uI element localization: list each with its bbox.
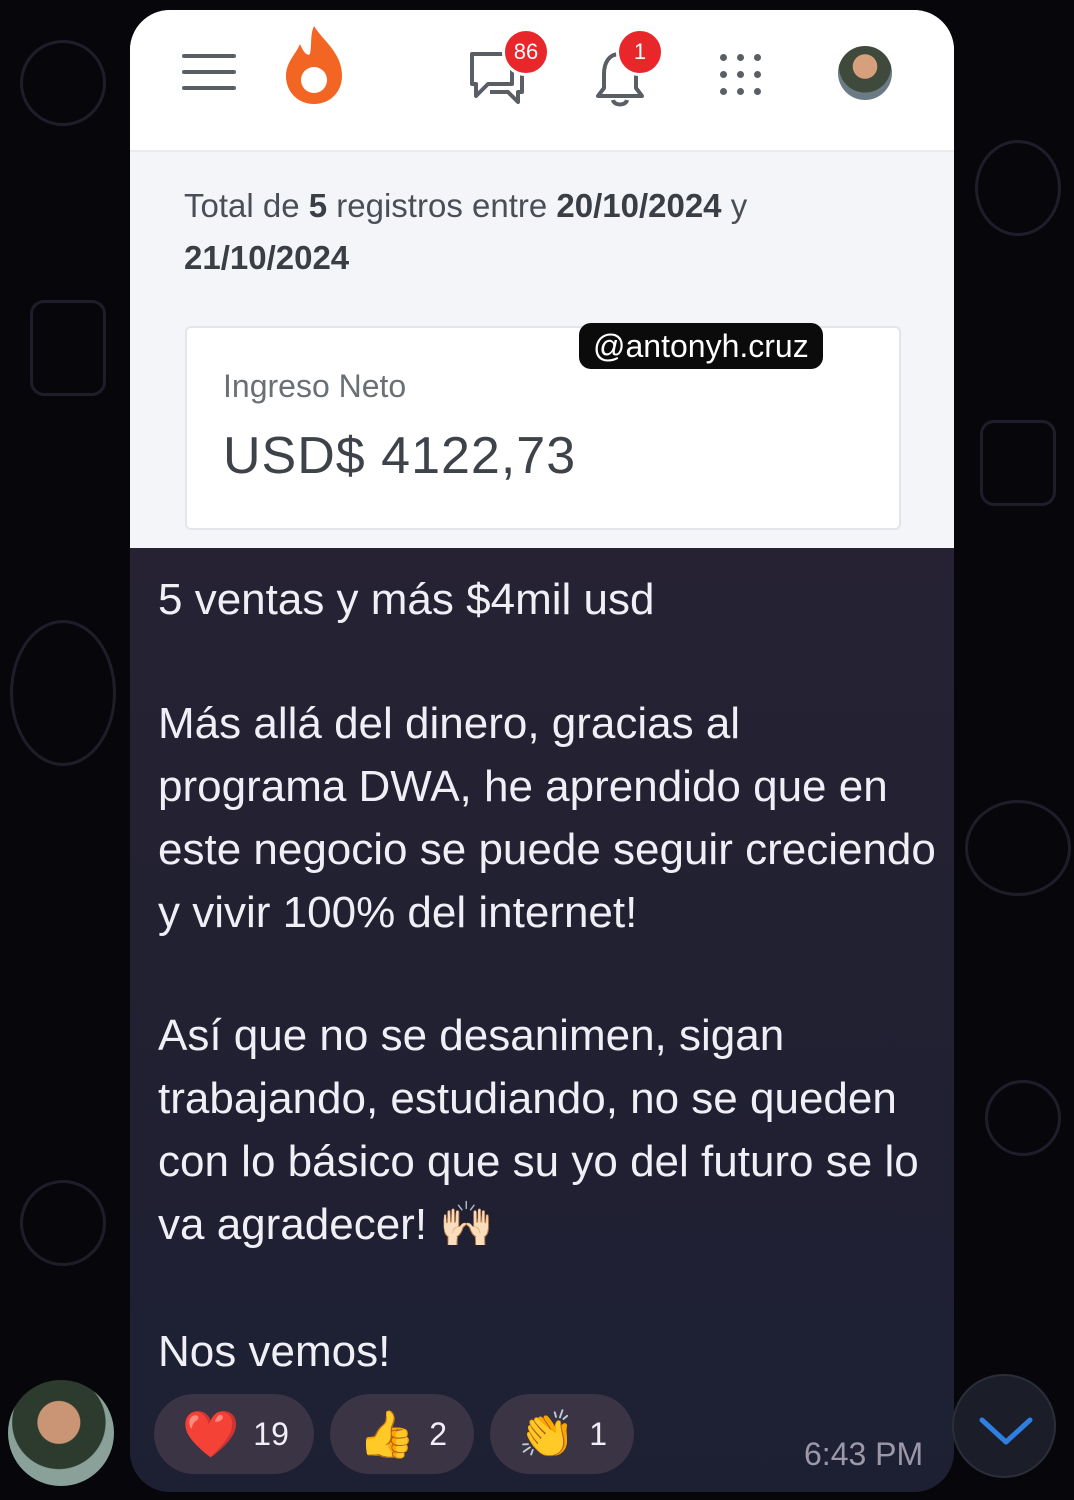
apps-grid-icon — [720, 54, 762, 96]
reaction-clap[interactable]: 👏 1 — [490, 1394, 634, 1474]
message-paragraph-3: Nos vemos! — [158, 1327, 391, 1376]
reaction-heart[interactable]: ❤️ 19 — [154, 1394, 314, 1474]
report-content: Total de 5 registros entre 20/10/2024 y … — [130, 152, 954, 548]
messages-badge: 86 — [502, 28, 550, 76]
message-paragraph-1: Más allá del dinero, gracias al programa… — [158, 699, 936, 937]
clapping-hands-icon: 👏 — [518, 1408, 576, 1460]
notifications-badge: 1 — [616, 28, 664, 76]
reaction-thumbs-up[interactable]: 👍 2 — [330, 1394, 474, 1474]
thumbs-up-icon: 👍 — [358, 1408, 416, 1460]
message-paragraph-2: Así que no se desanimen, sigan trabajand… — [158, 1011, 919, 1249]
summary-prefix: Total de — [184, 187, 309, 224]
reaction-count: 2 — [429, 1415, 448, 1452]
heart-icon: ❤️ — [182, 1408, 240, 1460]
scroll-down-button[interactable] — [952, 1374, 1056, 1478]
username-watermark: @antonyh.cruz — [579, 323, 823, 369]
summary-joiner: y — [721, 187, 748, 224]
net-income-label: Ingreso Neto — [223, 368, 407, 404]
records-summary: Total de 5 registros entre 20/10/2024 y … — [184, 180, 900, 284]
net-income-value: USD$ 4122,73 — [223, 427, 577, 485]
app-top-bar: 86 1 — [130, 10, 954, 152]
profile-avatar — [838, 46, 892, 100]
chevron-down-icon — [979, 1417, 1033, 1445]
reaction-count: 19 — [253, 1415, 289, 1452]
message-line-1: 5 ventas y más $4mil usd — [158, 575, 655, 624]
date-to: 21/10/2024 — [184, 239, 350, 276]
summary-middle: registros entre — [327, 187, 557, 224]
screenshot-image: 86 1 Total de 5 registros entre 20/10/20… — [130, 10, 954, 548]
date-from: 20/10/2024 — [556, 187, 722, 224]
message-bubble[interactable]: 86 1 Total de 5 registros entre 20/10/20… — [130, 10, 954, 1492]
flame-logo-icon — [282, 24, 346, 106]
message-timestamp: 6:43 PM — [804, 1436, 924, 1472]
sender-avatar[interactable] — [8, 1380, 114, 1486]
records-count: 5 — [308, 187, 328, 224]
hamburger-menu-icon — [182, 54, 236, 100]
reaction-count: 1 — [589, 1415, 608, 1452]
